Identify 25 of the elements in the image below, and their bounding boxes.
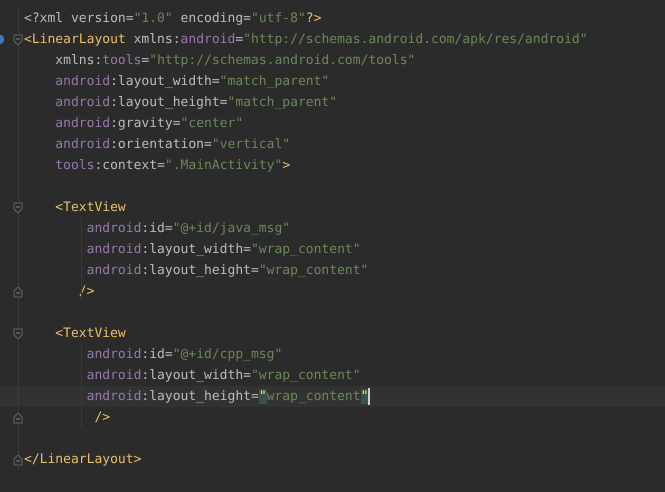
code-line: android:id="@+id/cpp_msg" xyxy=(86,346,282,364)
code-line: android:layout_height="wrap_content" xyxy=(86,262,368,280)
code-line: android:layout_width="match_parent" xyxy=(54,73,330,91)
code-line: /> xyxy=(93,409,110,427)
code-line: android:layout_width="wrap_content" xyxy=(86,241,361,259)
code-line: </LinearLayout> xyxy=(24,451,142,469)
code-line: <LinearLayout xmlns:android="http://schemas.android.com/apk/res/android" xyxy=(24,31,588,49)
code-line: <?xml version="1.0" encoding="utf-8"?> xyxy=(24,10,322,28)
code-line: android:orientation="vertical" xyxy=(54,136,290,154)
fold-icon[interactable] xyxy=(13,454,23,466)
fold-icon[interactable] xyxy=(13,286,23,298)
text-cursor xyxy=(368,388,370,405)
code-line: android:id="@+id/java_msg" xyxy=(86,220,290,238)
code-line: tools:context=".MainActivity"> xyxy=(54,157,290,175)
code-line: android:gravity="center" xyxy=(54,115,244,133)
code-line: xmlns:tools="http://schemas.android.com/tools" xyxy=(54,52,416,70)
code-line: <TextView xyxy=(54,199,126,217)
fold-icon[interactable] xyxy=(13,412,23,424)
fold-icon[interactable] xyxy=(13,34,23,46)
code-line: android:layout_width="wrap_content" xyxy=(86,367,361,385)
fold-icon[interactable] xyxy=(13,328,23,340)
fold-icon[interactable] xyxy=(13,202,23,214)
code-line: <TextView xyxy=(54,325,126,343)
code-line: android:layout_height="match_parent" xyxy=(54,94,338,112)
code-line: android:layout_height="wrap_content" xyxy=(86,388,368,406)
